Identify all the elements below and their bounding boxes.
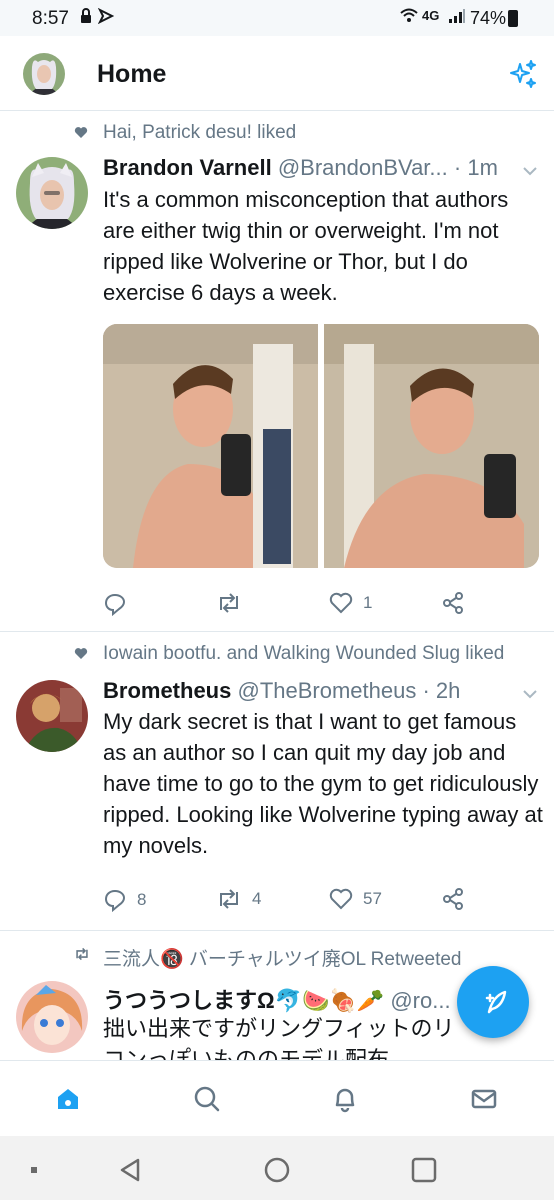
send-notification-icon xyxy=(97,7,115,29)
heart-icon xyxy=(329,888,353,910)
heart-icon xyxy=(74,126,88,143)
reply-count: 8 xyxy=(137,890,147,909)
profile-avatar[interactable] xyxy=(23,53,65,95)
tweet-time: · 1m xyxy=(453,155,498,180)
avatar[interactable] xyxy=(16,981,88,1053)
social-context[interactable]: Iowain bootfu. and Walking Wounded Slug … xyxy=(103,643,504,665)
tweet-header: Brometheus @TheBrometheus · 2h xyxy=(103,678,460,704)
like-button[interactable]: 1 xyxy=(329,592,372,614)
bell-icon xyxy=(335,1088,355,1113)
status-bar: 8:57 4G 74% xyxy=(0,0,554,36)
page-title: Home xyxy=(97,60,167,88)
status-time: 8:57 xyxy=(32,8,69,29)
retweet-button[interactable] xyxy=(216,592,252,614)
avatar[interactable] xyxy=(16,157,88,229)
social-context[interactable]: 三流人🔞 バーチャルツイ廃OL Retweeted xyxy=(103,944,462,971)
tweet-header: Brandon Varnell @BrandonBVar... · 1m xyxy=(103,155,498,181)
reply-icon xyxy=(104,593,126,616)
bottom-navigation xyxy=(0,1060,554,1137)
retweet-icon xyxy=(220,593,238,613)
retweet-icon xyxy=(220,889,238,909)
author-name[interactable]: Brandon Varnell xyxy=(103,155,272,180)
menu-dot-icon[interactable] xyxy=(16,1152,52,1188)
tweet-text: My dark secret is that I want to get fam… xyxy=(103,709,543,858)
search-tab[interactable] xyxy=(187,1079,227,1119)
home-icon xyxy=(58,1089,78,1109)
retweet-icon xyxy=(74,947,90,965)
like-button[interactable]: 57 xyxy=(329,888,382,910)
battery-icon xyxy=(508,10,518,27)
compose-tweet-button[interactable] xyxy=(457,966,529,1038)
heart-icon xyxy=(74,647,88,664)
tweet-header: うつうつしますΩ🐬🍉🍖🥕 @ro... xyxy=(103,983,451,1015)
heart-icon xyxy=(329,592,353,614)
share-button[interactable] xyxy=(442,888,464,910)
share-icon xyxy=(443,888,463,910)
reply-button[interactable]: 8 xyxy=(103,888,146,912)
battery-percent: 74% xyxy=(470,8,507,28)
home-button-icon[interactable] xyxy=(259,1152,295,1188)
signal-icon xyxy=(448,8,466,29)
tweet-item[interactable]: Hai, Patrick desu! liked Brandon Varnell… xyxy=(0,111,554,632)
chevron-down-icon[interactable] xyxy=(522,163,538,179)
feather-plus-icon xyxy=(485,990,507,1014)
network-type: 4G xyxy=(422,8,440,23)
lock-icon xyxy=(80,8,92,29)
tweet-time: · 2h xyxy=(422,678,461,703)
back-icon[interactable] xyxy=(112,1152,148,1188)
app-header: Home xyxy=(0,36,554,111)
mail-icon xyxy=(471,1089,497,1109)
social-context[interactable]: Hai, Patrick desu! liked xyxy=(103,122,296,144)
home-tab[interactable] xyxy=(48,1079,88,1119)
share-icon xyxy=(443,592,463,614)
wifi-icon xyxy=(400,8,418,29)
tweet-text: It's a common misconception that authors… xyxy=(103,187,509,305)
tweet-item[interactable]: Iowain bootfu. and Walking Wounded Slug … xyxy=(0,632,554,931)
tweet-photo[interactable] xyxy=(103,324,318,568)
search-icon xyxy=(194,1086,220,1112)
author-name[interactable]: うつうつしますΩ🐬🍉🍖🥕 xyxy=(103,988,384,1013)
like-count: 1 xyxy=(363,593,373,612)
system-navigation-bar xyxy=(0,1136,554,1200)
author-handle[interactable]: @TheBrometheus xyxy=(237,678,416,703)
retweet-button[interactable]: 4 xyxy=(216,888,261,910)
author-handle[interactable]: @ro... xyxy=(390,988,450,1013)
tweet-actions: 8 4 57 xyxy=(103,888,543,920)
share-button[interactable] xyxy=(442,592,464,614)
tweet-actions: 1 xyxy=(103,592,543,624)
tweet-media[interactable] xyxy=(103,324,539,568)
author-handle[interactable]: @BrandonBVar... xyxy=(278,155,448,180)
tweet-text-line: コンっぽいもののモデル配布 xyxy=(103,1047,390,1060)
sparkle-icon[interactable] xyxy=(506,58,538,90)
messages-tab[interactable] xyxy=(464,1079,504,1119)
recent-apps-icon[interactable] xyxy=(406,1152,442,1188)
like-count: 57 xyxy=(363,889,382,908)
notifications-tab[interactable] xyxy=(325,1079,365,1119)
reply-icon xyxy=(104,889,126,912)
reply-button[interactable] xyxy=(103,592,137,616)
chevron-down-icon[interactable] xyxy=(522,686,538,702)
avatar[interactable] xyxy=(16,680,88,752)
retweet-count: 4 xyxy=(252,889,262,908)
author-name[interactable]: Brometheus xyxy=(103,678,231,703)
tweet-photo[interactable] xyxy=(324,324,539,568)
